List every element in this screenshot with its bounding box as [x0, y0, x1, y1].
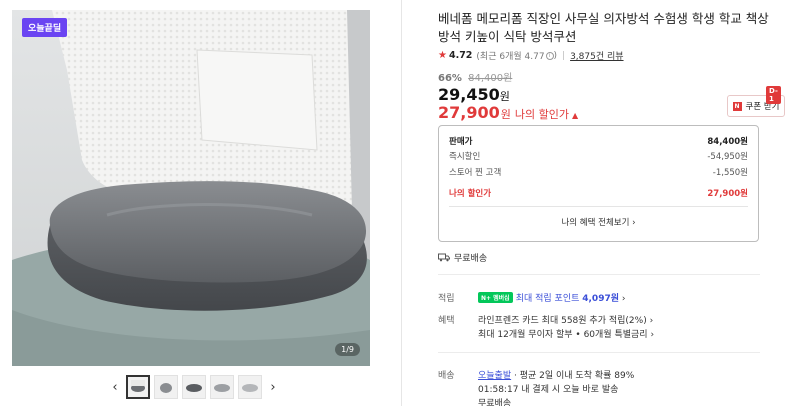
- separator: [563, 51, 565, 60]
- perk-card-link[interactable]: 라인프렌즈 카드 최대 558원 추가 적립(2%) ›: [478, 313, 653, 326]
- breakdown-label: 판매가: [449, 136, 473, 147]
- price-unit: 원: [499, 90, 510, 103]
- my-discount-unit: 원: [500, 108, 511, 121]
- breakdown-total-row: 나의 할인가 27,900원: [449, 186, 748, 202]
- thumbnail-cushion-icon: [131, 380, 145, 392]
- rating-row: ★ 4.72 (최근 6개월 4.77 i ) 3,875건 리뷰: [438, 49, 624, 62]
- breakdown-value: -1,550원: [712, 167, 748, 178]
- points-amount: 4,097원: [582, 294, 619, 304]
- delivery-line-1: 오늘출발 · 평균 2일 이내 도착 확률 89%: [478, 368, 634, 381]
- thumbnail-3[interactable]: [182, 375, 206, 399]
- divider: [438, 274, 760, 275]
- thumbnail-strip: ‹ ›: [108, 374, 280, 400]
- product-title: 베네폼 메모리폼 직장인 사무실 의자방석 수험생 학생 학교 책상 방석 키높…: [438, 11, 769, 44]
- rating-value: 4.72: [448, 50, 473, 61]
- truck-icon: [438, 253, 450, 262]
- price-breakdown-box: 판매가 84,400원 즉시할인 -54,950원 스토어 찐 고객 -1,55…: [438, 125, 759, 242]
- panel-divider: [401, 0, 402, 406]
- chevron-up-icon: ▲: [571, 111, 579, 120]
- thumb-prev-arrow[interactable]: ‹: [108, 380, 122, 395]
- breakdown-total-label: 나의 할인가: [449, 189, 492, 200]
- thumbnail-2[interactable]: [154, 375, 178, 399]
- discount-percent: 66%: [438, 73, 462, 84]
- discount-row: 66% 84,400원: [438, 69, 512, 84]
- seat-cushion-photo: [12, 10, 370, 366]
- breakdown-label: 즉시할인: [449, 152, 481, 163]
- breakdown-row: 판매가 84,400원: [449, 133, 748, 149]
- points-chevron: ›: [619, 294, 626, 304]
- thumbnail-cushion-icon: [160, 383, 172, 393]
- delivery-label: 배송: [438, 371, 455, 381]
- breakdown-total-value: 27,900원: [707, 189, 748, 200]
- promo-badge: 오늘끝딜: [22, 18, 68, 37]
- delivery-free: 무료배송: [478, 399, 512, 406]
- thumbnail-5[interactable]: [238, 375, 262, 399]
- my-discount-row[interactable]: 27,900 원 나의 할인가 ▲: [438, 103, 578, 122]
- sale-price: 29,450: [438, 85, 500, 104]
- divider: [438, 352, 760, 353]
- breakdown-row: 즉시할인 -54,950원: [449, 149, 748, 165]
- thumbnail-cushion-icon: [242, 384, 258, 392]
- rating-detail: (최근 6개월 4.77: [476, 52, 545, 62]
- naver-n-icon: N: [732, 101, 742, 111]
- perk-installment-link[interactable]: 최대 12개월 무이자 할부 • 60개월 특별금리 ›: [478, 327, 654, 340]
- delivery-eta: · 평균 2일 이내 도착 확률 89%: [511, 371, 635, 381]
- membership-badge: N+ 멤버십: [478, 292, 513, 303]
- rating-detail-tail: ): [553, 50, 558, 61]
- price-row: 29,450원: [438, 85, 510, 104]
- free-shipping-label: 무료배송: [454, 254, 488, 264]
- original-price: 84,400원: [468, 73, 513, 84]
- breakdown-row: 스토어 찐 고객 -1,550원: [449, 164, 748, 180]
- star-icon: ★: [438, 50, 447, 61]
- breakdown-value: 84,400원: [707, 136, 748, 147]
- my-discount-label: 나의 할인가: [514, 108, 569, 121]
- points-prefix: 최대 적립 포인트: [515, 294, 583, 304]
- image-counter: 1/9: [335, 343, 360, 356]
- thumbnail-cushion-icon: [186, 384, 202, 392]
- points-label: 적립: [438, 294, 455, 304]
- breakdown-label: 스토어 찐 고객: [449, 167, 502, 178]
- thumb-next-arrow[interactable]: ›: [266, 380, 280, 395]
- thumbnail-1[interactable]: [126, 375, 150, 399]
- today-dispatch-link[interactable]: 오늘출발: [478, 371, 511, 381]
- breakdown-value: -54,950원: [707, 152, 748, 163]
- coupon-dday-badge: D-1: [766, 86, 781, 104]
- review-count-link[interactable]: 3,875건 리뷰: [570, 49, 623, 62]
- my-discount-price: 27,900: [438, 103, 500, 122]
- free-shipping-row: 무료배송: [438, 251, 487, 264]
- thumbnail-4[interactable]: [210, 375, 234, 399]
- view-all-benefits-link[interactable]: 나의 혜택 전체보기 ›: [449, 216, 748, 228]
- points-value-group[interactable]: N+ 멤버십 최대 적립 포인트 4,097원 ›: [478, 291, 625, 304]
- divider: [449, 206, 748, 207]
- delivery-cutoff: 01:58:17 내 결제 시 오늘 바로 발송: [478, 385, 619, 395]
- product-main-image[interactable]: 오늘끝딜 1/9: [12, 10, 370, 366]
- thumbnail-cushion-icon: [214, 384, 230, 392]
- perks-label: 혜택: [438, 316, 455, 326]
- info-icon[interactable]: i: [545, 51, 554, 60]
